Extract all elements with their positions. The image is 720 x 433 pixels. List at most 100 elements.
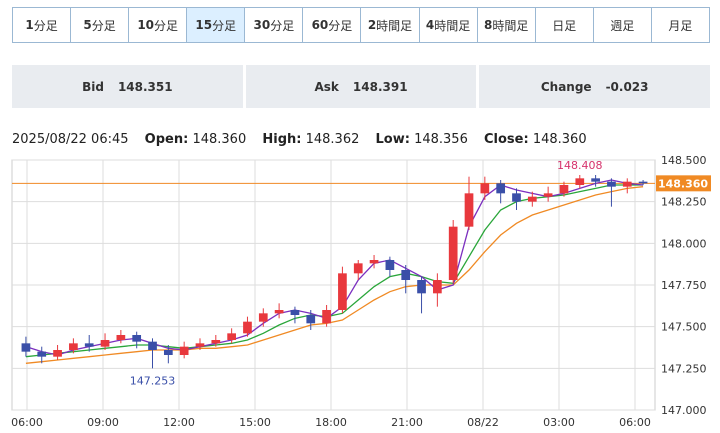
low-value: 148.356 <box>414 132 468 147</box>
candle-body <box>211 340 221 344</box>
tab-timeframe-1[interactable]: 5 分足 <box>71 8 130 42</box>
candle-body <box>338 273 347 310</box>
tab-timeframe-num: 5 <box>83 18 92 32</box>
tab-timeframe-num: 60 <box>311 18 329 32</box>
high-annotation: 148.408 <box>557 159 603 172</box>
x-tick-label: 18:00 <box>315 416 347 429</box>
candle-body <box>100 340 110 347</box>
x-tick-label: 06:00 <box>11 416 43 429</box>
x-tick-label: 08/22 <box>467 416 499 429</box>
x-tick-label: 06:00 <box>619 416 651 429</box>
candle-body <box>227 333 236 340</box>
candle-body <box>448 226 458 280</box>
candle-body <box>116 335 126 340</box>
candle-body <box>417 280 426 294</box>
candle-body <box>274 310 284 314</box>
tab-timeframe-num: 15 <box>195 18 213 32</box>
tab-timeframe-10[interactable]: 週足 <box>593 8 652 42</box>
tab-timeframe-unit: 時間足 <box>376 18 413 33</box>
tab-timeframe-num: 8 <box>483 18 493 32</box>
tab-timeframe-7[interactable]: 4 時間足 <box>419 8 478 42</box>
candle-body <box>163 350 173 355</box>
tab-timeframe-unit: 月足 <box>668 18 693 33</box>
candle-body <box>322 310 331 324</box>
candle-body <box>496 183 506 194</box>
x-tick-label: 21:00 <box>391 416 423 429</box>
tab-timeframe-unit: 週足 <box>610 18 635 33</box>
current-price-label: 148.360 <box>658 177 708 190</box>
close-label: Close: <box>484 132 529 147</box>
candle-body <box>53 350 62 357</box>
y-tick-label: 147.500 <box>661 321 707 334</box>
tab-timeframe-unit: 分足 <box>212 18 237 33</box>
candle-body <box>433 280 442 294</box>
tab-timeframe-4[interactable]: 30 分足 <box>245 8 304 42</box>
y-tick-label: 148.250 <box>661 196 707 209</box>
timeframe-tabs: 1 分足 5 分足 10 分足 15 分足 30 分足 60 分足 2 時間足 4 時間足 8 時間足 日足 週足 月足 <box>12 7 710 43</box>
candle-body <box>369 260 379 264</box>
tab-timeframe-num: 2 <box>367 18 377 32</box>
x-tick-label: 15:00 <box>239 416 271 429</box>
tab-timeframe-unit: 分足 <box>33 18 58 33</box>
candle-body <box>243 321 252 334</box>
candle-body <box>258 313 268 322</box>
ohlc-datetime: 2025/08/22 06:45 <box>12 132 129 147</box>
y-tick-label: 147.250 <box>661 362 707 375</box>
open-value: 148.360 <box>192 132 247 147</box>
tab-timeframe-8[interactable]: 8 時間足 <box>477 8 536 42</box>
high-value: 148.362 <box>305 132 360 147</box>
x-tick-label: 09:00 <box>87 416 119 429</box>
tab-timeframe-6[interactable]: 2 時間足 <box>361 8 420 42</box>
tab-timeframe-unit: 分足 <box>270 18 295 33</box>
candle-body <box>148 341 157 350</box>
tab-timeframe-0[interactable]: 1 分足 <box>13 8 72 42</box>
tab-timeframe-11[interactable]: 月足 <box>651 8 709 42</box>
candle-body <box>622 181 632 187</box>
candle-body <box>37 351 47 357</box>
tab-timeframe-unit: 日足 <box>552 18 577 33</box>
quote-bar: Bid 148.351 Ask 148.391 Change -0.023 <box>12 65 711 108</box>
candle-body <box>290 310 300 315</box>
candle-body <box>353 263 363 274</box>
bid-value: 148.351 <box>117 79 173 94</box>
candle-body <box>559 185 569 194</box>
tab-timeframe-num: 30 <box>253 18 271 32</box>
change-box: Change -0.023 <box>479 65 711 108</box>
x-tick-label: 03:00 <box>543 416 575 429</box>
y-tick-label: 147.750 <box>661 279 707 292</box>
candle-body <box>21 343 31 352</box>
tab-timeframe-9[interactable]: 日足 <box>535 8 594 42</box>
candle-body <box>591 178 600 182</box>
tab-timeframe-num: 10 <box>137 18 155 32</box>
candle-body <box>607 181 616 187</box>
change-value: -0.023 <box>605 79 649 94</box>
ask-value: 148.391 <box>352 79 408 94</box>
price-chart[interactable]: 148.500 148.250 148.000 147.750 147.500 147.2… <box>0 150 720 433</box>
low-label: Low: <box>375 132 410 147</box>
tab-timeframe-5[interactable]: 60 分足 <box>303 8 362 42</box>
y-tick-label: 147.000 <box>661 404 707 417</box>
candle-body <box>195 343 205 347</box>
low-annotation: 147.253 <box>130 374 176 387</box>
candle-body <box>480 183 490 194</box>
tab-timeframe-2[interactable]: 10 分足 <box>129 8 188 42</box>
open-label: Open: <box>144 132 189 147</box>
tab-timeframe-unit: 時間足 <box>434 18 471 33</box>
tab-timeframe-num: 1 <box>25 18 34 32</box>
change-label: Change <box>540 79 592 94</box>
candle-body <box>575 178 585 185</box>
ask-box: Ask 148.391 <box>245 65 477 108</box>
ohlc-readout: 2025/08/22 06:45 Open: 148.360 High: 148… <box>12 132 587 147</box>
close-value: 148.360 <box>532 132 587 147</box>
y-tick-label: 148.000 <box>661 237 707 250</box>
bid-label: Bid <box>82 79 104 94</box>
tab-timeframe-unit: 時間足 <box>492 18 529 33</box>
candle-body <box>512 193 521 202</box>
candle-body <box>306 315 316 324</box>
candle-body <box>638 181 648 184</box>
tab-timeframe-unit: 分足 <box>91 18 116 33</box>
candle-body <box>132 335 142 342</box>
y-tick-label: 148.500 <box>661 154 707 167</box>
tab-timeframe-3[interactable]: 15 分足 <box>187 8 246 42</box>
ask-label: Ask <box>314 79 339 94</box>
